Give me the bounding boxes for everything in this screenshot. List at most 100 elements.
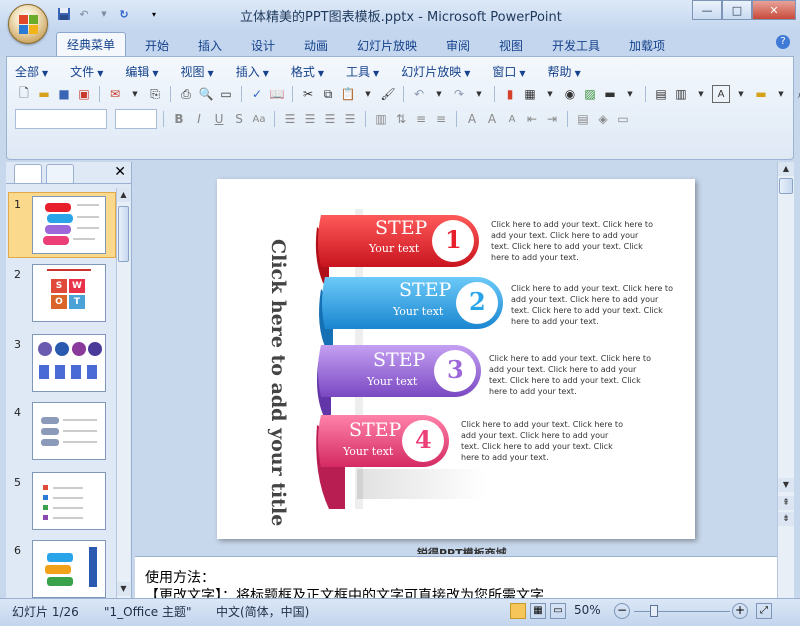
change-case-icon[interactable]: Aa — [250, 110, 268, 128]
next-slide-icon[interactable]: ⇟ — [778, 512, 794, 526]
language-indicator[interactable]: 中文(简体，中国) — [216, 603, 309, 620]
tab-design[interactable]: 设计 — [251, 34, 275, 56]
redo-icon[interactable]: ↻ — [116, 6, 132, 22]
fit-to-window-icon[interactable]: ⤢ — [756, 603, 772, 619]
menu-view[interactable]: 视图 ▼ — [181, 63, 214, 80]
close-button[interactable]: ✕ — [752, 0, 796, 20]
zoom-slider-track[interactable] — [634, 611, 730, 612]
font-size-combo[interactable] — [115, 109, 157, 129]
maximize-button[interactable]: □ — [722, 0, 752, 20]
help-icon[interactable]: ? — [776, 35, 790, 49]
insert-chart-icon[interactable]: ▮ — [501, 85, 519, 103]
paste-icon[interactable]: 📋 — [339, 85, 357, 103]
dropdown-arrow-icon[interactable]: ▼ — [692, 85, 710, 103]
menu-window[interactable]: 窗口 ▼ — [492, 63, 525, 80]
align-right-icon[interactable]: ☰ — [321, 110, 339, 128]
send-icon[interactable]: ✉ — [106, 85, 124, 103]
dropdown-arrow-icon[interactable]: ▼ — [126, 85, 144, 103]
customize-qat-icon[interactable]: ▾ — [146, 6, 162, 22]
spelling-icon[interactable]: ✓ — [248, 85, 266, 103]
scroll-thumb[interactable] — [779, 178, 793, 194]
zoom-slider-thumb[interactable] — [650, 605, 658, 617]
undo-icon[interactable]: ↶ — [76, 6, 92, 22]
dropdown-arrow-icon[interactable]: ▼ — [359, 85, 377, 103]
scroll-thumb[interactable] — [118, 206, 129, 262]
step-4-description[interactable]: Click here to add your text. Click here … — [461, 419, 623, 463]
tab-home[interactable]: 开始 — [145, 34, 169, 56]
dropdown-arrow-icon[interactable]: ▼ — [470, 85, 488, 103]
bullets-icon[interactable]: ≡ — [412, 110, 430, 128]
shrink-font-icon[interactable]: A — [503, 110, 521, 128]
tab-developer[interactable]: 开发工具 — [552, 34, 600, 56]
columns-icon[interactable]: ▥ — [372, 110, 390, 128]
outline-tab-icon[interactable] — [46, 164, 74, 183]
slide-thumbnail-3[interactable] — [32, 334, 106, 392]
numbering-icon[interactable]: ≡ — [432, 110, 450, 128]
minimize-button[interactable]: — — [692, 0, 722, 20]
dropdown-arrow-icon[interactable]: ▼ — [541, 85, 559, 103]
normal-view-icon[interactable] — [510, 603, 526, 619]
tab-slideshow[interactable]: 幻灯片放映 — [357, 34, 417, 56]
italic-icon[interactable]: I — [190, 110, 208, 128]
print-icon[interactable]: ⎙ — [177, 85, 195, 103]
menu-help[interactable]: 帮助 ▼ — [548, 63, 581, 80]
tab-view[interactable]: 视图 — [499, 34, 523, 56]
thumbnails-scrollbar[interactable]: ▲ ▼ — [116, 188, 130, 598]
increase-indent-icon[interactable]: ⇥ — [543, 110, 561, 128]
menu-tools[interactable]: 工具 ▼ — [346, 63, 379, 80]
notes-pane[interactable]: 使用方法： 【更改文字】：将标题框及正文框中的文字可直接改为您所需文字 — [135, 556, 777, 598]
previous-slide-icon[interactable]: ⇞ — [778, 496, 794, 510]
insert-picture-icon[interactable]: ▨ — [581, 85, 599, 103]
open-icon[interactable]: ▬ — [35, 85, 53, 103]
office-button[interactable] — [8, 4, 48, 44]
arrange-icon[interactable]: ▤ — [574, 110, 592, 128]
step-1-description[interactable]: Click here to add your text. Click here … — [491, 219, 653, 263]
scroll-down-arrow-icon[interactable]: ▼ — [117, 582, 130, 596]
quick-styles-icon[interactable]: ▭ — [614, 110, 632, 128]
research-icon[interactable]: 📖 — [268, 85, 286, 103]
scroll-down-arrow-icon[interactable]: ▼ — [778, 478, 794, 492]
text-direction-icon[interactable]: ⇅ — [392, 110, 410, 128]
undo-dropdown-icon[interactable]: ▼ — [96, 6, 112, 22]
strikethrough-icon[interactable]: S — [230, 110, 248, 128]
color-grayscale-icon[interactable]: ▬ — [601, 85, 619, 103]
step-3-description[interactable]: Click here to add your text. Click here … — [489, 353, 651, 397]
tab-animation[interactable]: 动画 — [304, 34, 328, 56]
new-slide-icon[interactable]: ▤ — [652, 85, 670, 103]
align-center-icon[interactable]: ☰ — [301, 110, 319, 128]
slide-canvas[interactable]: Click here to add your title STEP Your t… — [217, 179, 695, 539]
slideshow-view-icon[interactable]: ▭ — [550, 603, 566, 619]
slide-sorter-view-icon[interactable]: ▦ — [530, 603, 546, 619]
zoom-in-icon[interactable]: + — [732, 603, 748, 619]
scroll-up-arrow-icon[interactable]: ▲ — [778, 162, 794, 176]
menu-format[interactable]: 格式 ▼ — [291, 63, 324, 80]
slide-thumbnail-5[interactable] — [32, 472, 106, 530]
cut-icon[interactable]: ✂ — [299, 85, 317, 103]
zoom-out-icon[interactable]: − — [614, 603, 630, 619]
new-icon[interactable]: 🗋 — [15, 85, 33, 103]
menu-edit[interactable]: 编辑 ▼ — [125, 63, 158, 80]
tab-review[interactable]: 审阅 — [446, 34, 470, 56]
redo-icon[interactable]: ↷ — [450, 85, 468, 103]
insert-table-icon[interactable]: ▦ — [521, 85, 539, 103]
tab-classic-menu[interactable]: 经典菜单 — [56, 32, 127, 56]
grow-font-icon[interactable]: A — [483, 110, 501, 128]
menu-file[interactable]: 文件 ▼ — [70, 63, 103, 80]
text-box-icon[interactable]: A — [712, 85, 730, 103]
justify-icon[interactable]: ☰ — [341, 110, 359, 128]
dropdown-arrow-icon[interactable]: ▼ — [732, 85, 750, 103]
slide-scrollbar[interactable]: ▲ ▼ ⇞ ⇟ — [777, 162, 794, 598]
permission-icon[interactable]: ▣ — [75, 85, 93, 103]
dropdown-arrow-icon[interactable]: ▼ — [621, 85, 639, 103]
tab-addins[interactable]: 加载项 — [629, 34, 665, 56]
slide-thumbnail-1[interactable] — [32, 196, 106, 254]
underline-icon[interactable]: U — [210, 110, 228, 128]
scroll-up-arrow-icon[interactable]: ▲ — [117, 188, 130, 202]
decrease-indent-icon[interactable]: ⇤ — [523, 110, 541, 128]
insert-clipart-icon[interactable]: ◉ — [561, 85, 579, 103]
shapes-icon[interactable]: ◈ — [594, 110, 612, 128]
attach-icon[interactable]: ⎘ — [146, 85, 164, 103]
zoom-icon[interactable]: ⌕ — [792, 85, 800, 103]
menu-slideshow[interactable]: 幻灯片放映 ▼ — [401, 63, 470, 80]
print-preview-icon[interactable]: 🔍 — [197, 85, 215, 103]
